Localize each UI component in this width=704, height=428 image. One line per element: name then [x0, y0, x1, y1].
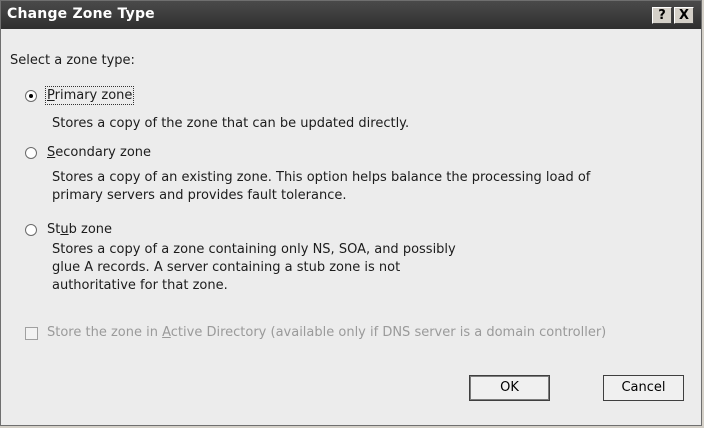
cancel-button[interactable]: Cancel: [603, 375, 684, 401]
secondary-zone-label-post: econdary zone: [55, 145, 152, 160]
close-button[interactable]: X: [674, 7, 694, 24]
dialog-body: Select a zone type: Primary zone Stores …: [1, 29, 701, 425]
stub-zone-radio[interactable]: [25, 224, 37, 236]
primary-zone-label[interactable]: Primary zone: [44, 86, 135, 105]
secondary-zone-description-line: Stores a copy of an existing zone. This …: [52, 170, 591, 185]
stub-zone-label-pre: St: [47, 222, 61, 237]
dialog-title: Change Zone Type: [7, 6, 155, 22]
zone-type-prompt: Select a zone type:: [10, 53, 135, 68]
primary-zone-description-line: Stores a copy of the zone that can be up…: [52, 116, 410, 131]
secondary-zone-label[interactable]: Secondary zone: [47, 145, 151, 160]
change-zone-type-dialog: Change Zone Type ? X Select a zone type:…: [0, 0, 702, 426]
stub-zone-description-line: authoritative for that zone.: [52, 278, 228, 293]
active-directory-label-post: ctive Directory (available only if DNS s…: [170, 325, 607, 340]
title-bar[interactable]: Change Zone Type ? X: [1, 1, 701, 29]
stub-zone-description-line: glue A records. A server containing a st…: [52, 260, 401, 275]
primary-zone-radio[interactable]: [25, 90, 37, 102]
secondary-zone-description-line: primary servers and provides fault toler…: [52, 188, 347, 203]
help-button[interactable]: ?: [652, 7, 672, 24]
stub-zone-description-line: Stores a copy of a zone containing only …: [52, 242, 456, 257]
primary-zone-accesskey: P: [47, 88, 55, 103]
active-directory-label[interactable]: Store the zone in Active Directory (avai…: [47, 325, 606, 340]
active-directory-label-pre: Store the zone in: [47, 325, 163, 340]
active-directory-accesskey: A: [162, 325, 171, 340]
primary-zone-label-post: rimary zone: [54, 88, 133, 103]
stub-zone-label[interactable]: Stub zone: [47, 222, 112, 237]
stub-zone-description: Stores a copy of a zone containing only …: [52, 241, 456, 295]
stub-zone-label-post: b zone: [68, 222, 113, 237]
primary-zone-description: Stores a copy of the zone that can be up…: [52, 115, 409, 133]
secondary-zone-radio[interactable]: [25, 147, 37, 159]
stub-zone-accesskey: u: [60, 222, 69, 237]
active-directory-checkbox[interactable]: [25, 327, 38, 340]
ok-button[interactable]: OK: [469, 375, 550, 401]
secondary-zone-description: Stores a copy of an existing zone. This …: [52, 169, 590, 205]
